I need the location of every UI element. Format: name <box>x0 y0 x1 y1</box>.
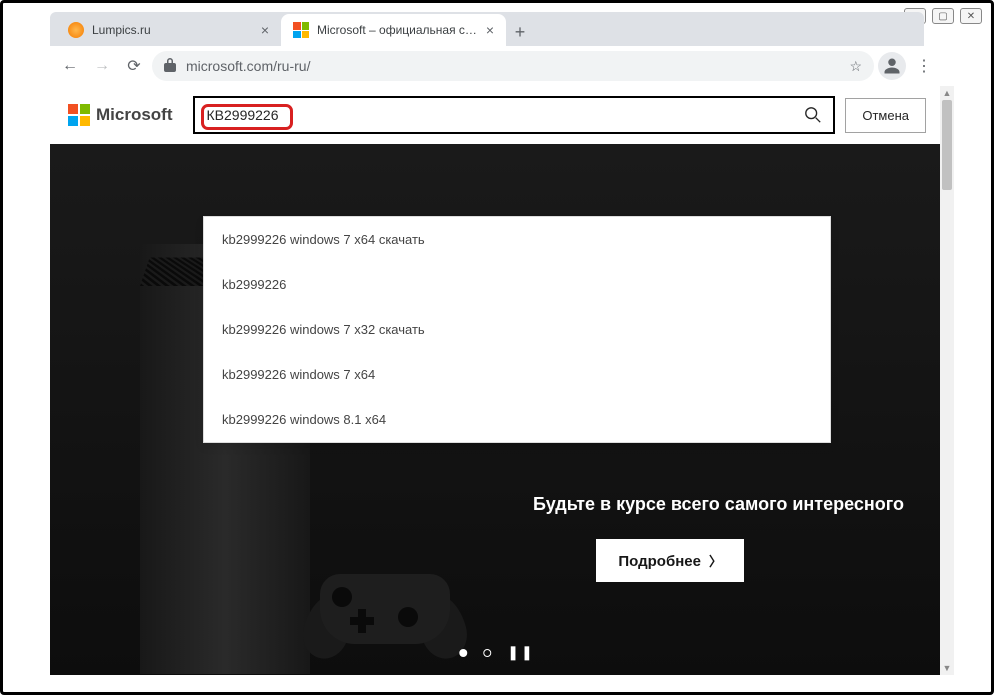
omnibox[interactable]: microsoft.com/ru-ru/ ☆ <box>152 51 874 81</box>
address-bar: ← → ⟳ microsoft.com/ru-ru/ ☆ ⋮ <box>50 46 944 86</box>
favicon <box>293 22 309 38</box>
carousel-dot[interactable] <box>483 649 491 657</box>
carousel-pause-button[interactable]: ❚❚ <box>507 644 534 661</box>
scroll-up-arrow[interactable]: ▲ <box>940 86 954 100</box>
search-suggestions: kb2999226 windows 7 x64 скачать kb299922… <box>203 216 831 443</box>
bookmark-icon[interactable]: ☆ <box>849 58 862 75</box>
favicon <box>68 22 84 38</box>
cancel-button[interactable]: Отмена <box>845 98 926 133</box>
search-input[interactable] <box>195 98 794 132</box>
tab-title: Microsoft – официальная стран <box>317 23 478 37</box>
search-group: Отмена <box>193 96 927 134</box>
hero-cta-label: Подробнее <box>618 553 701 570</box>
microsoft-logo[interactable]: Microsoft <box>68 104 173 126</box>
tab-lumpics[interactable]: Lumpics.ru × <box>56 14 281 46</box>
close-tab-icon[interactable]: × <box>261 22 269 38</box>
profile-avatar[interactable] <box>878 52 906 80</box>
microsoft-logo-icon <box>68 104 90 126</box>
forward-button[interactable]: → <box>88 52 116 80</box>
suggestion-item[interactable]: kb2999226 windows 7 x64 скачать <box>204 217 830 262</box>
search-wrap <box>193 96 836 134</box>
scrollbar-thumb[interactable] <box>942 100 952 190</box>
suggestion-item[interactable]: kb2999226 windows 7 x64 <box>204 352 830 397</box>
url-text: microsoft.com/ru-ru/ <box>186 58 310 74</box>
back-button[interactable]: ← <box>56 52 84 80</box>
reload-button[interactable]: ⟳ <box>120 52 148 80</box>
search-icon <box>804 106 822 124</box>
suggestion-item[interactable]: kb2999226 <box>204 262 830 307</box>
hero-headline: Будьте в курсе всего самого интересного <box>533 494 904 515</box>
hero-controller-image <box>310 569 460 659</box>
maximize-button[interactable]: ▢ <box>932 8 954 24</box>
chevron-right-icon: 〉 <box>709 554 722 569</box>
scroll-down-arrow[interactable]: ▼ <box>940 661 954 675</box>
new-tab-button[interactable]: + <box>506 18 534 46</box>
carousel-dot-active[interactable] <box>459 649 467 657</box>
vertical-scrollbar[interactable]: ▲ ▼ <box>940 86 954 675</box>
tab-title: Lumpics.ru <box>92 23 151 37</box>
tab-bar: Lumpics.ru × Microsoft – официальная стр… <box>50 12 924 46</box>
viewport: Microsoft Отмена Будьте в курсе всего са… <box>50 86 944 675</box>
logo-text: Microsoft <box>96 105 173 125</box>
kebab-menu-icon[interactable]: ⋮ <box>910 52 938 80</box>
suggestion-item[interactable]: kb2999226 windows 8.1 x64 <box>204 397 830 442</box>
tab-microsoft[interactable]: Microsoft – официальная стран × <box>281 14 506 46</box>
carousel-controls: ❚❚ <box>459 644 534 661</box>
hero-cta-button[interactable]: Подробнее 〉 <box>596 539 744 582</box>
close-window-button[interactable]: ✕ <box>960 8 982 24</box>
search-button[interactable] <box>793 98 833 132</box>
lock-icon <box>164 58 176 75</box>
suggestion-item[interactable]: kb2999226 windows 7 x32 скачать <box>204 307 830 352</box>
close-tab-icon[interactable]: × <box>486 22 494 38</box>
site-header: Microsoft Отмена <box>50 86 944 144</box>
